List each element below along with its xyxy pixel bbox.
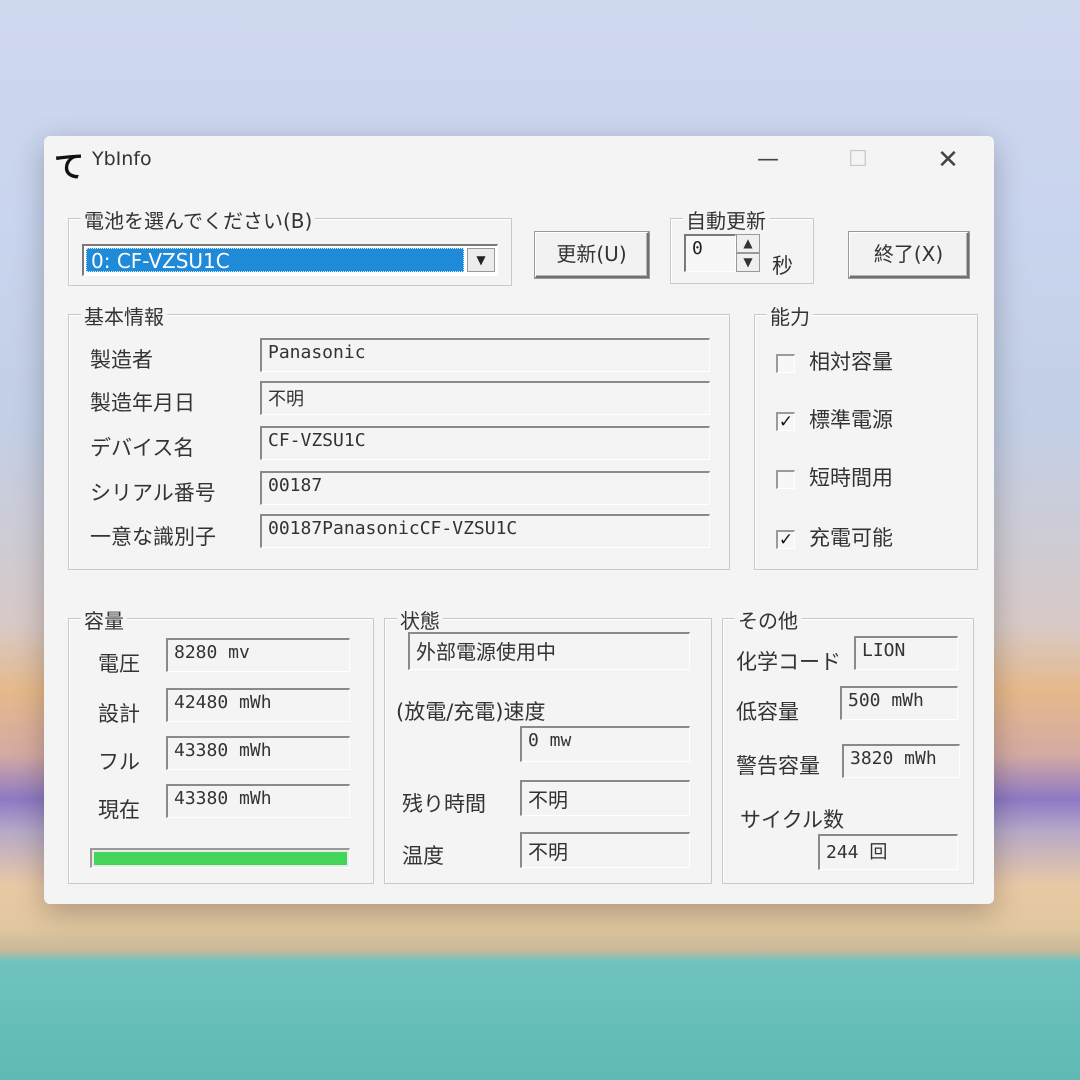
title-bar[interactable]: て YbInfo — ☐ ✕ — [44, 136, 994, 186]
battery-select-legend: 電池を選んでください(B) — [81, 205, 316, 234]
current-capacity-label: 現在 — [98, 798, 140, 822]
serial-number-label: シリアル番号 — [90, 481, 216, 505]
status-legend: 状態 — [397, 605, 443, 634]
unique-id-field[interactable]: 00187PanasonicCF-VZSU1C — [260, 514, 710, 548]
cycle-count-label: サイクル数 — [740, 808, 844, 832]
cycle-count-field[interactable]: 244 回 — [818, 834, 958, 870]
close-button[interactable]: ✕ — [924, 142, 972, 178]
current-capacity-field[interactable]: 43380 mWh — [166, 784, 350, 818]
auto-refresh-spinner[interactable]: ▲ ▼ — [736, 234, 760, 272]
full-capacity-field[interactable]: 43380 mWh — [166, 736, 350, 770]
checkbox-label: 相対容量 — [809, 350, 893, 374]
basic-info-legend: 基本情報 — [81, 301, 167, 330]
chemistry-label: 化学コード — [736, 650, 841, 674]
checkbox-label: 充電可能 — [809, 526, 893, 550]
check-icon[interactable]: ✓ — [776, 411, 795, 431]
device-name-field[interactable]: CF-VZSU1C — [260, 426, 710, 460]
manufacture-date-label: 製造年月日 — [90, 391, 195, 415]
serial-number-field[interactable]: 00187 — [260, 471, 710, 505]
chevron-down-icon[interactable]: ▼ — [467, 248, 495, 272]
capability-legend: 能力 — [767, 301, 813, 330]
battery-combobox[interactable]: 0: CF-VZSU1C ▼ — [82, 244, 498, 276]
warning-capacity-label: 警告容量 — [736, 754, 820, 778]
manufacturer-field[interactable]: Panasonic — [260, 338, 710, 372]
system-power-checkbox[interactable]: ✓ 標準電源 — [776, 404, 893, 434]
refresh-button[interactable]: 更新(U) — [535, 232, 649, 278]
capacity-legend: 容量 — [81, 605, 127, 634]
check-icon[interactable]: ✓ — [776, 529, 795, 549]
spin-down-icon[interactable]: ▼ — [736, 253, 760, 272]
checkbox-box[interactable] — [776, 469, 795, 489]
rechargeable-checkbox[interactable]: ✓ 充電可能 — [776, 522, 893, 552]
window-title: YbInfo — [92, 148, 152, 170]
ybinfo-window: て YbInfo — ☐ ✕ 電池を選んでください(B) 0: CF-VZSU1… — [44, 136, 994, 904]
temperature-label: 温度 — [402, 844, 444, 868]
battery-combobox-value[interactable]: 0: CF-VZSU1C — [86, 248, 464, 273]
checkbox-label: 標準電源 — [809, 408, 893, 432]
relative-capacity-checkbox[interactable]: 相対容量 — [776, 346, 893, 376]
checkbox-box[interactable] — [776, 353, 795, 373]
maximize-button[interactable]: ☐ — [834, 142, 882, 178]
rate-field[interactable]: 0 mw — [520, 726, 690, 762]
exit-button[interactable]: 終了(X) — [849, 232, 969, 278]
short-term-checkbox[interactable]: 短時間用 — [776, 462, 893, 492]
manufacturer-label: 製造者 — [90, 348, 153, 372]
warning-capacity-field[interactable]: 3820 mWh — [842, 744, 960, 778]
low-capacity-label: 低容量 — [736, 700, 799, 724]
low-capacity-field[interactable]: 500 mWh — [840, 686, 958, 720]
capacity-progress-fill — [94, 852, 347, 865]
manufacture-date-field[interactable]: 不明 — [260, 381, 710, 415]
capacity-progress-bar — [90, 848, 350, 868]
other-legend: その他 — [735, 605, 801, 634]
auto-refresh-unit: 秒 — [772, 254, 793, 278]
minimize-button[interactable]: — — [744, 142, 792, 178]
checkbox-label: 短時間用 — [809, 466, 893, 490]
remaining-time-label: 残り時間 — [402, 792, 486, 816]
rate-label: (放電/充電)速度 — [396, 700, 546, 724]
auto-refresh-legend: 自動更新 — [683, 205, 769, 234]
voltage-field[interactable]: 8280 mv — [166, 638, 350, 672]
design-capacity-label: 設計 — [98, 702, 140, 726]
auto-refresh-input[interactable]: 0 — [684, 234, 736, 272]
chemistry-field[interactable]: LION — [854, 636, 958, 670]
unique-id-label: 一意な識別子 — [90, 525, 216, 549]
device-name-label: デバイス名 — [90, 436, 195, 460]
temperature-field[interactable]: 不明 — [520, 832, 690, 868]
app-icon: て — [54, 150, 84, 185]
full-capacity-label: フル — [98, 750, 140, 774]
spin-up-icon[interactable]: ▲ — [736, 234, 760, 253]
power-state-field[interactable]: 外部電源使用中 — [408, 632, 690, 670]
design-capacity-field[interactable]: 42480 mWh — [166, 688, 350, 722]
voltage-label: 電圧 — [98, 652, 140, 676]
remaining-time-field[interactable]: 不明 — [520, 780, 690, 816]
